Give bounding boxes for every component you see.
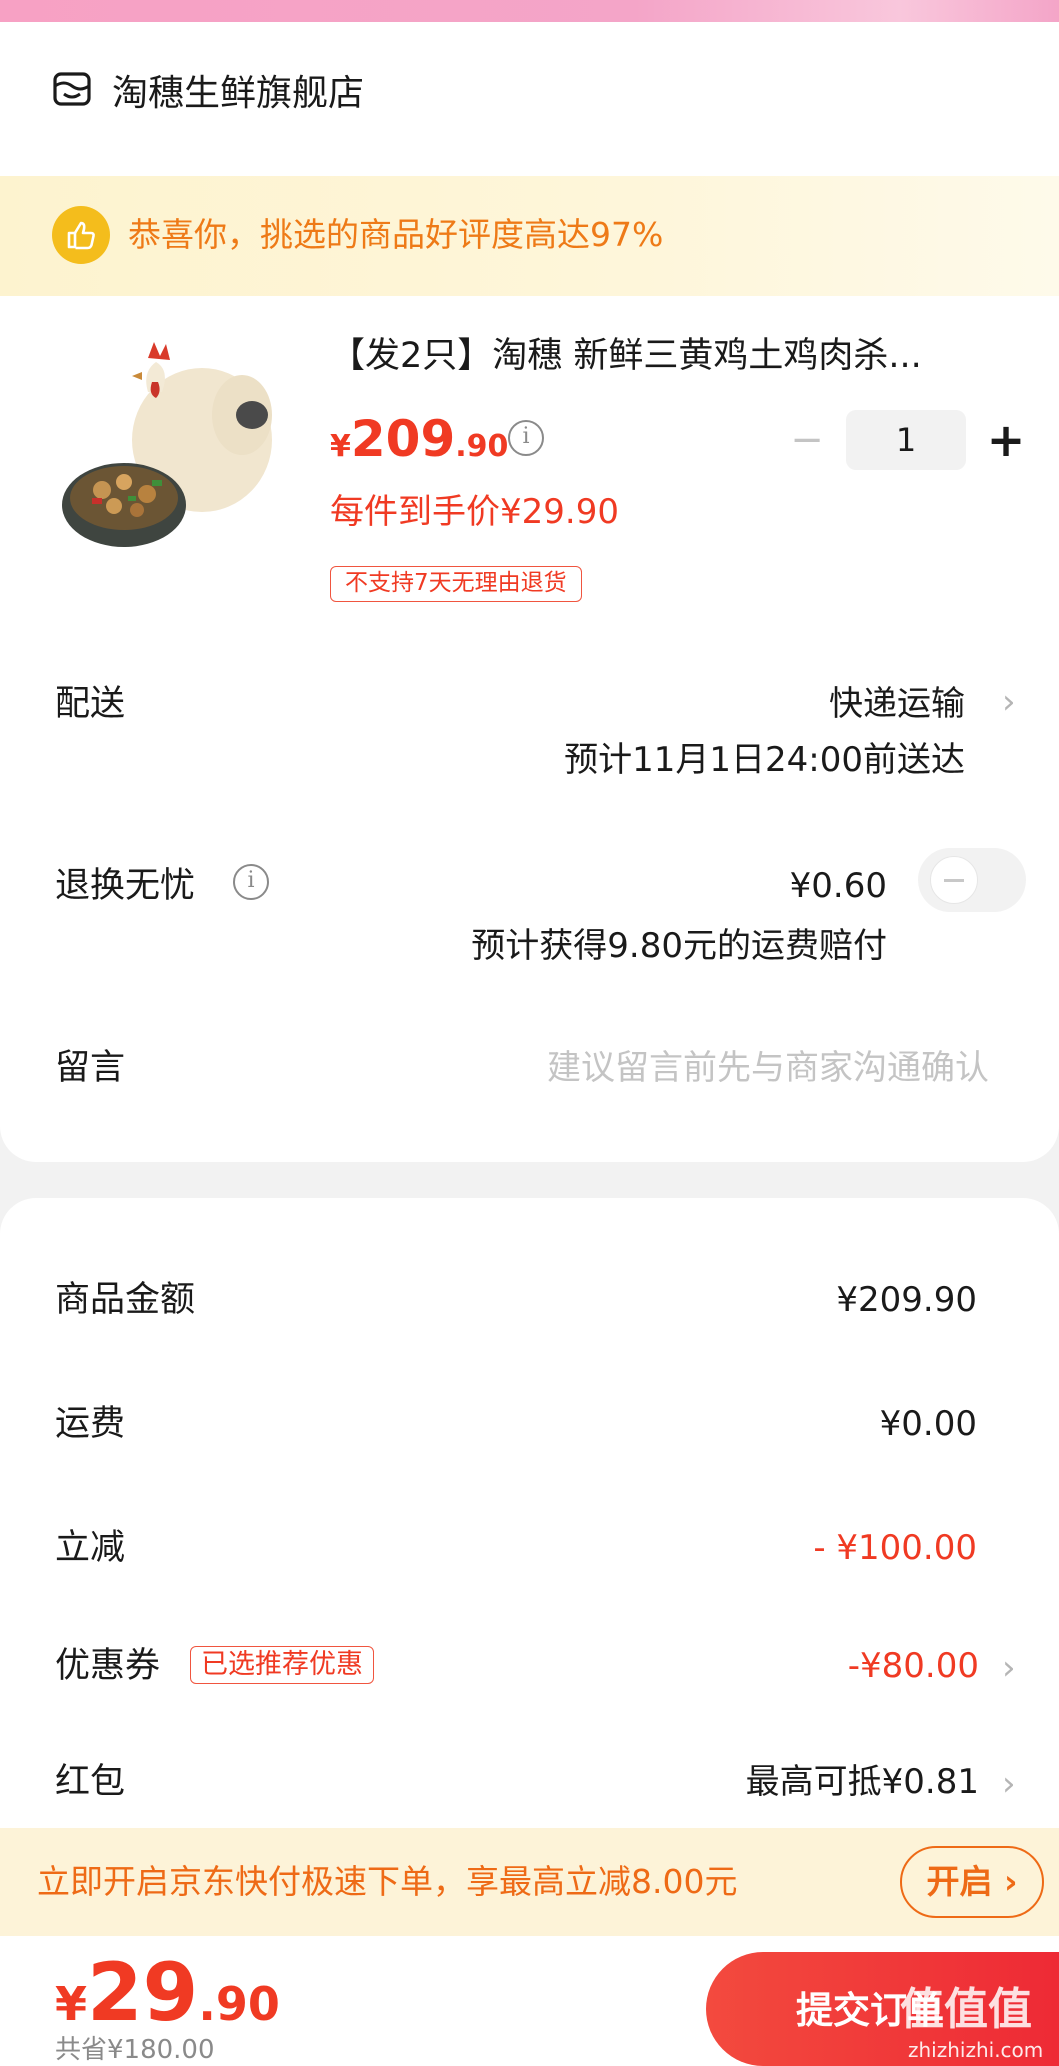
total-symbol: ¥ xyxy=(55,1977,88,2031)
total-integer: 29 xyxy=(87,1946,199,2039)
coupon-label: 优惠券 xyxy=(55,1646,161,1686)
praise-text: 恭喜你，挑选的商品好评度高达97% xyxy=(128,215,664,254)
price-info-icon[interactable]: i xyxy=(508,420,544,456)
price-decimal: .90 xyxy=(455,429,509,464)
coupon-recommended-badge: 已选推荐优惠 xyxy=(190,1646,374,1684)
return-info-icon[interactable]: i xyxy=(233,864,269,900)
product-title[interactable]: 【发2只】淘穗 新鲜三黄鸡土鸡肉杀... xyxy=(330,332,980,380)
no-return-badge: 不支持7天无理由退货 xyxy=(330,566,582,602)
return-worry-note: 预计获得9.80元的运费赔付 xyxy=(471,926,887,966)
price-integer: 209 xyxy=(350,410,456,468)
shipping-label: 运费 xyxy=(55,1404,126,1444)
red-packet-value[interactable]: 最高可抵¥0.81 xyxy=(746,1758,979,1806)
quick-pay-enable-button[interactable]: 开启 › xyxy=(900,1846,1044,1918)
quantity-increase-button[interactable]: + xyxy=(982,412,1030,468)
thumbs-up-icon xyxy=(52,206,110,264)
site-watermark: 值值值 xyxy=(900,1984,1032,2035)
goods-amount-value: ¥209.90 xyxy=(836,1280,977,1320)
quick-pay-promo-text: 立即开启京东快付极速下单，享最高立减8.00元 xyxy=(37,1862,738,1901)
instant-discount-value: - ¥100.00 xyxy=(813,1528,977,1568)
price-symbol: ¥ xyxy=(330,429,351,464)
coupon-chevron-icon[interactable]: › xyxy=(1002,1644,1016,1692)
total-saved: 共省¥180.00 xyxy=(55,2035,215,2065)
shipping-value: ¥0.00 xyxy=(879,1404,977,1444)
red-packet-chevron-icon[interactable]: › xyxy=(1002,1760,1016,1808)
product-image[interactable] xyxy=(52,320,292,570)
total-decimal: .90 xyxy=(198,1977,280,2031)
total-price: ¥29.90 xyxy=(55,1946,280,2039)
coupon-value[interactable]: -¥80.00 xyxy=(848,1642,979,1690)
quantity-input[interactable]: 1 xyxy=(846,410,966,470)
return-worry-label: 退换无忧 xyxy=(55,866,196,906)
product-price: ¥209.90 xyxy=(330,410,508,468)
store-name[interactable]: 淘穗生鲜旗舰店 xyxy=(112,70,364,118)
store-icon xyxy=(52,70,92,110)
delivery-method[interactable]: 快递运输 xyxy=(829,680,965,728)
site-watermark-url: zhizhizhi.com xyxy=(908,2038,1044,2062)
delivery-chevron-icon[interactable]: › xyxy=(1002,678,1016,726)
unit-price: 每件到手价¥29.90 xyxy=(330,492,619,532)
delivery-eta: 预计11月1日24:00前送达 xyxy=(564,740,965,780)
return-worry-price: ¥0.60 xyxy=(789,866,887,906)
quantity-decrease-button[interactable]: − xyxy=(785,418,829,462)
goods-amount-label: 商品金额 xyxy=(55,1280,196,1320)
red-packet-label: 红包 xyxy=(55,1762,126,1802)
instant-discount-label: 立减 xyxy=(55,1528,126,1568)
delivery-label: 配送 xyxy=(55,684,126,724)
toggle-knob-minus-icon xyxy=(930,856,978,904)
message-label: 留言 xyxy=(55,1048,126,1088)
message-input[interactable]: 建议留言前先与商家沟通确认 xyxy=(547,1044,989,1092)
top-status-gradient xyxy=(0,0,1059,22)
